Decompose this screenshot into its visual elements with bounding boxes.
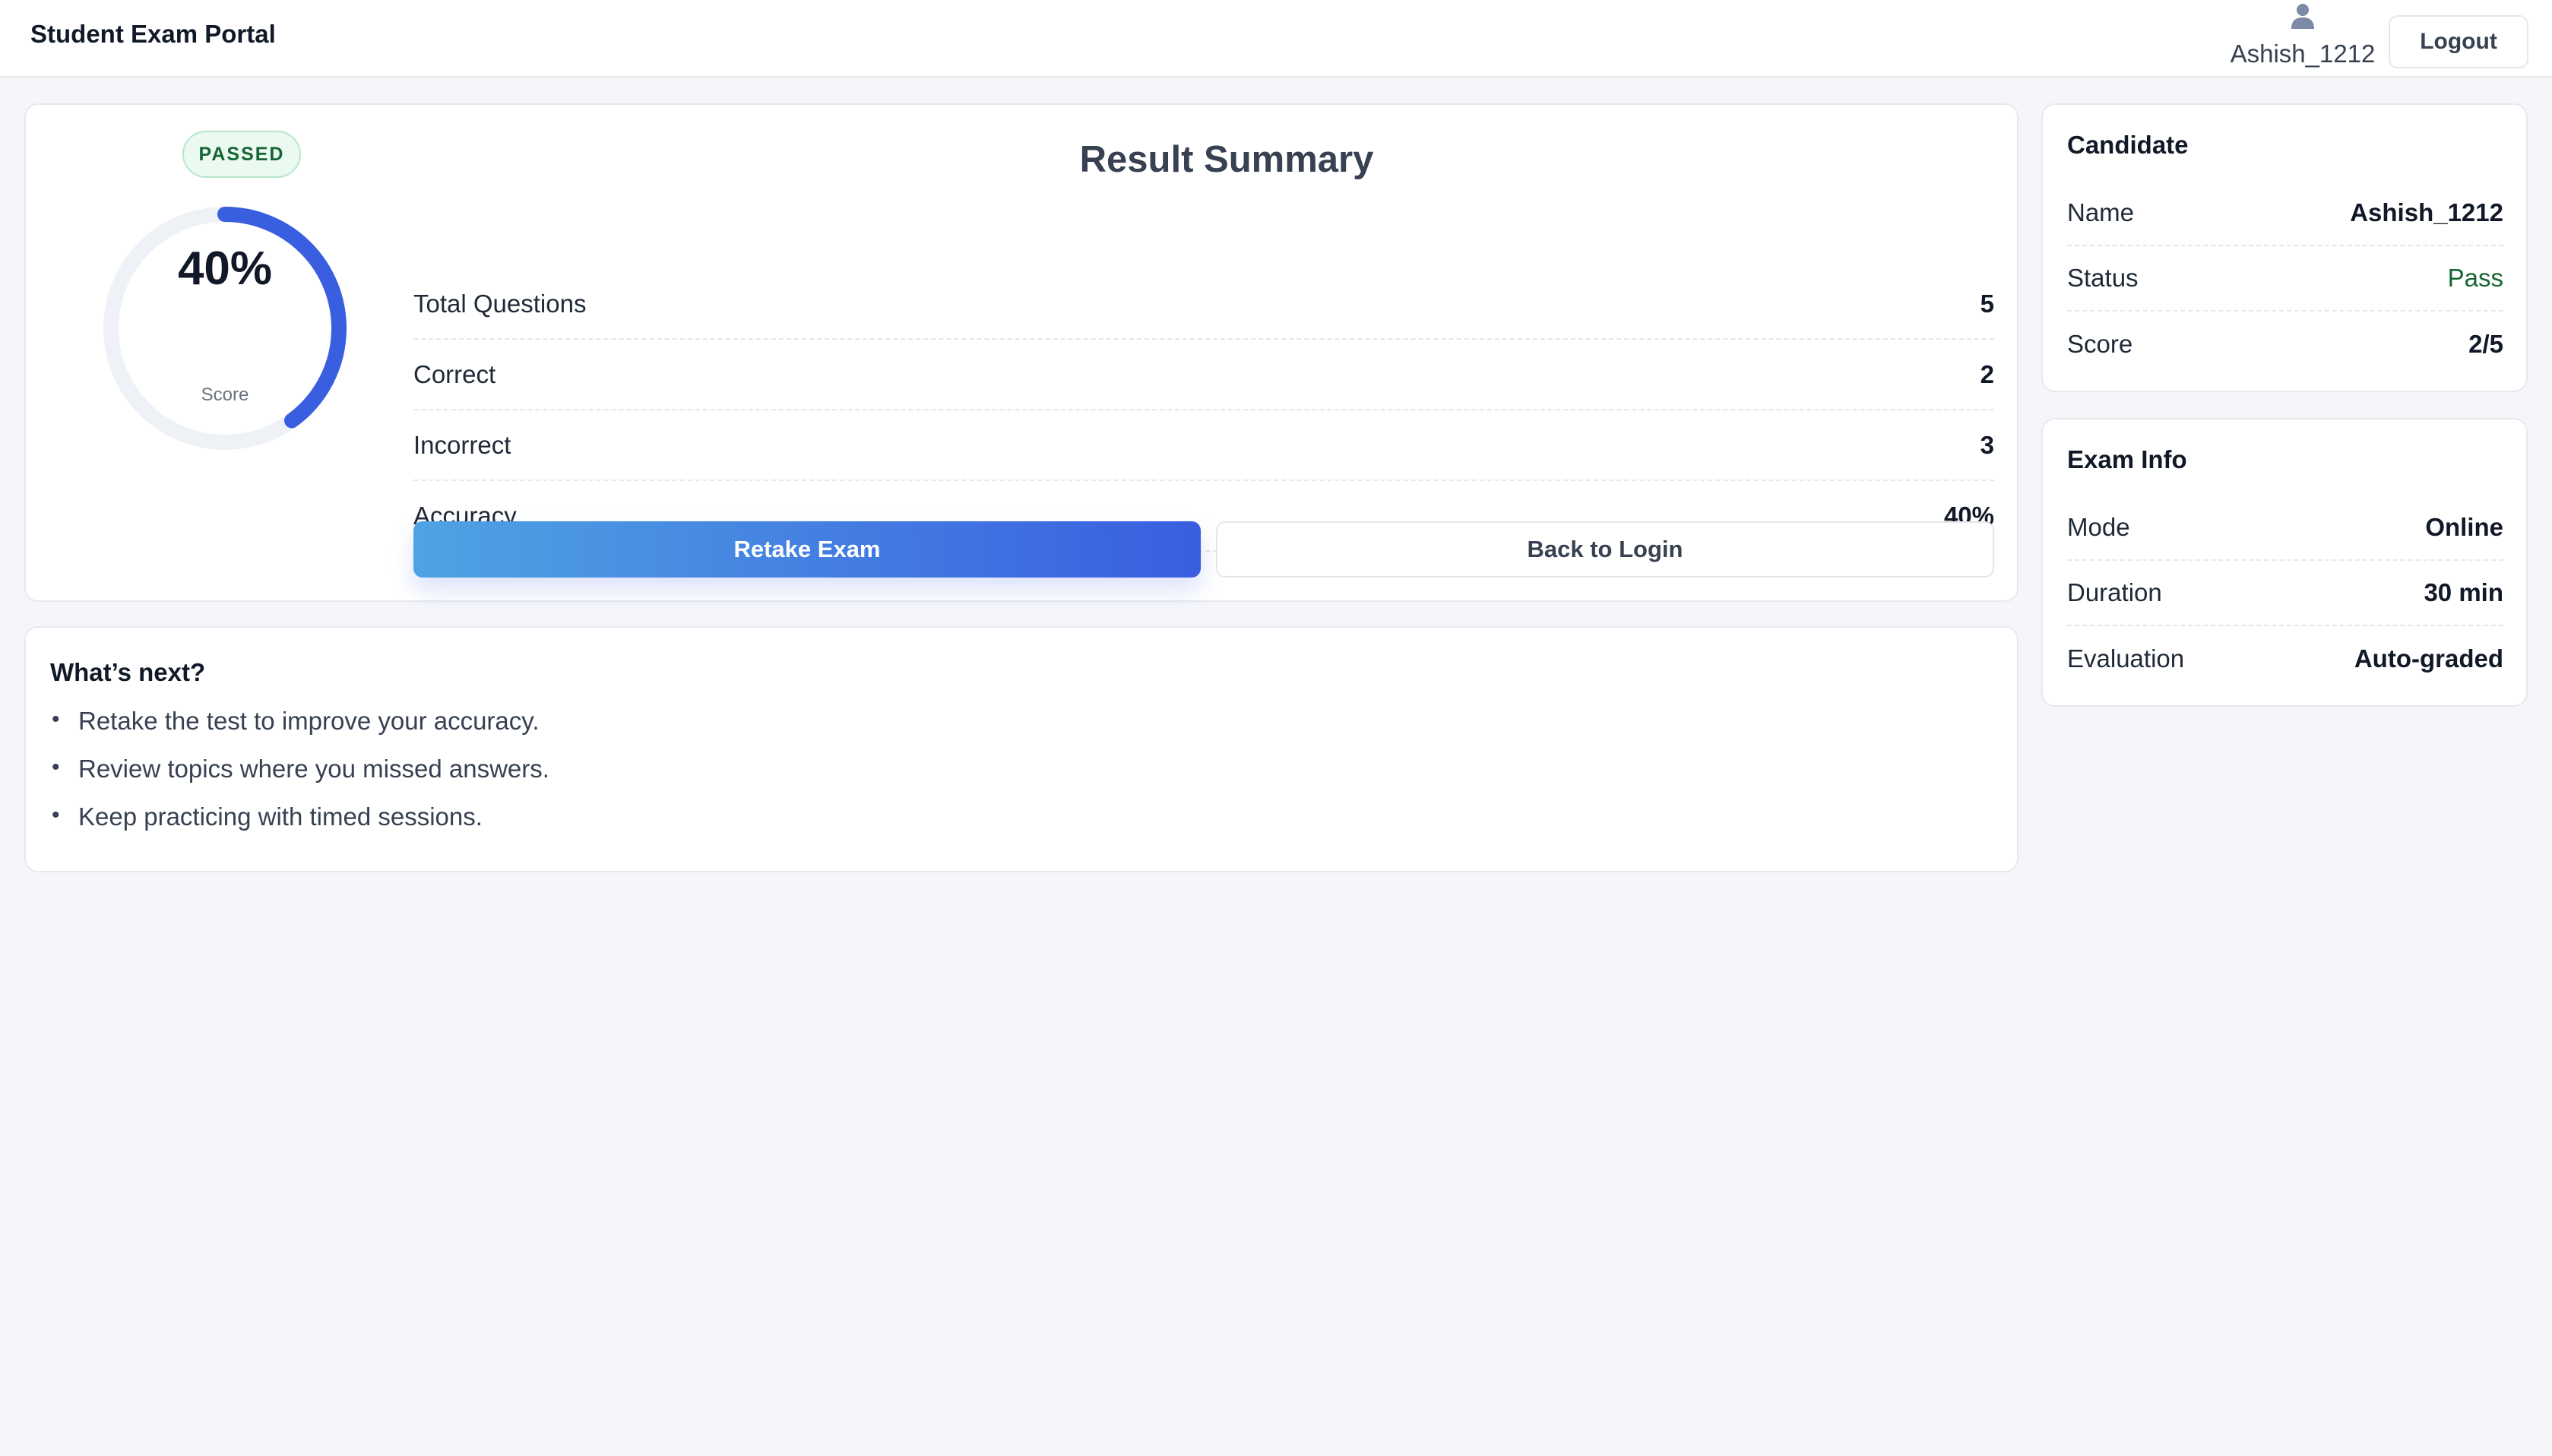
candidate-title: Candidate bbox=[2067, 131, 2189, 159]
score-label: Score bbox=[201, 385, 249, 405]
candidate-row-name: Name Ashish_1212 bbox=[2067, 181, 2503, 246]
exam-info-details: Mode Online Duration 30 min Evaluation A… bbox=[2067, 495, 2503, 692]
detail-value: 30 min bbox=[2424, 578, 2503, 606]
detail-label: Mode bbox=[2067, 513, 2130, 541]
detail-value: Pass bbox=[2447, 264, 2503, 292]
bullet-icon: • bbox=[52, 802, 60, 828]
stat-row-total-questions: Total Questions 5 bbox=[413, 269, 1994, 340]
whats-next-title: What’s next? bbox=[50, 658, 206, 686]
detail-label: Status bbox=[2067, 264, 2139, 292]
list-item-text: Review topics where you missed answers. bbox=[78, 755, 549, 783]
list-item: • Keep practicing with timed sessions. bbox=[52, 802, 549, 850]
detail-value: 2/5 bbox=[2468, 330, 2503, 358]
stat-row-incorrect: Incorrect 3 bbox=[413, 410, 1994, 481]
stat-label: Correct bbox=[413, 359, 496, 388]
whats-next-card: What’s next? • Retake the test to improve… bbox=[24, 626, 2018, 872]
detail-value: Online bbox=[2425, 513, 2503, 541]
user-menu[interactable]: Ashish_1212 bbox=[2227, 0, 2379, 76]
result-summary-card: PASSED 40% Score Result Summary Total Qu… bbox=[24, 103, 2018, 602]
exam-info-row-mode: Mode Online bbox=[2067, 495, 2503, 561]
exam-info-card: Exam Info Mode Online Duration 30 min Ev… bbox=[2041, 418, 2528, 707]
app-title: Student Exam Portal bbox=[30, 20, 276, 48]
stat-label: Incorrect bbox=[413, 430, 511, 459]
exam-info-title: Exam Info bbox=[2067, 445, 2187, 473]
detail-label: Duration bbox=[2067, 578, 2162, 606]
list-item: • Review topics where you missed answers. bbox=[52, 755, 549, 802]
user-icon bbox=[2291, 4, 2314, 29]
username: Ashish_1212 bbox=[2230, 40, 2376, 68]
candidate-row-status: Status Pass bbox=[2067, 246, 2503, 312]
stat-row-correct: Correct 2 bbox=[413, 340, 1994, 410]
status-badge: PASSED bbox=[182, 131, 301, 178]
list-item: • Retake the test to improve your accurac… bbox=[52, 707, 549, 755]
stat-label: Total Questions bbox=[413, 289, 587, 318]
detail-value: Auto-graded bbox=[2354, 644, 2503, 673]
logout-button[interactable]: Logout bbox=[2389, 15, 2528, 68]
back-to-login-button[interactable]: Back to Login bbox=[1216, 521, 1994, 578]
stat-value: 5 bbox=[1980, 289, 1994, 318]
candidate-row-score: Score 2/5 bbox=[2067, 312, 2503, 377]
stat-value: 3 bbox=[1980, 430, 1994, 459]
candidate-details: Name Ashish_1212 Status Pass Score 2/5 bbox=[2067, 181, 2503, 377]
page-title: Result Summary bbox=[1079, 139, 1374, 180]
detail-value: Ashish_1212 bbox=[2350, 198, 2503, 226]
exam-info-row-duration: Duration 30 min bbox=[2067, 561, 2503, 626]
score-gauge bbox=[103, 207, 347, 450]
list-item-text: Retake the test to improve your accuracy… bbox=[78, 707, 540, 735]
top-bar: Student Exam Portal Ashish_1212 Logout bbox=[0, 0, 2552, 78]
stats-list: Total Questions 5 Correct 2 Incorrect 3 … bbox=[413, 269, 1994, 552]
retake-exam-button[interactable]: Retake Exam bbox=[413, 521, 1201, 578]
detail-label: Score bbox=[2067, 330, 2133, 358]
stat-value: 2 bbox=[1980, 359, 1994, 388]
candidate-card: Candidate Name Ashish_1212 Status Pass S… bbox=[2041, 103, 2528, 392]
whats-next-list: • Retake the test to improve your accurac… bbox=[52, 707, 549, 850]
detail-label: Evaluation bbox=[2067, 644, 2185, 673]
list-item-text: Keep practicing with timed sessions. bbox=[78, 802, 483, 831]
detail-label: Name bbox=[2067, 198, 2135, 226]
bullet-icon: • bbox=[52, 755, 60, 780]
exam-info-row-evaluation: Evaluation Auto-graded bbox=[2067, 626, 2503, 692]
bullet-icon: • bbox=[52, 707, 60, 732]
score-percent: 40% bbox=[177, 242, 273, 295]
